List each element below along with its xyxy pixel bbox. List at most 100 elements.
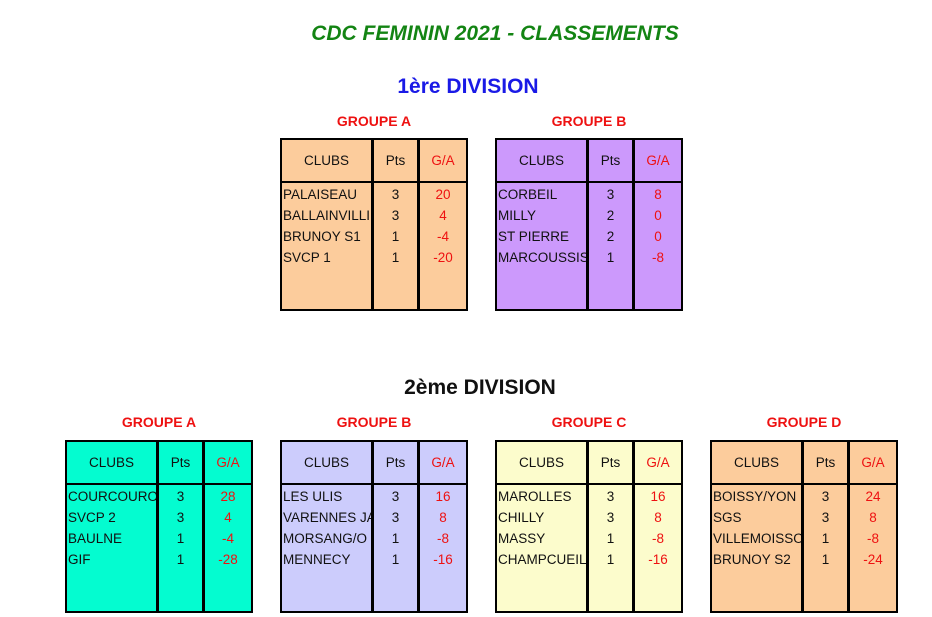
table-row-4-goal-average: -24 (863, 552, 883, 567)
header-pts: Pts (159, 442, 205, 483)
group-label: GROUPE D (766, 414, 842, 430)
table-row-1-goal-average: 28 (220, 489, 236, 504)
table-row-3-goal-average: -4 (221, 531, 234, 546)
table-row-2-club-name: VARENNES JA (283, 510, 371, 525)
header-pts: Pts (374, 442, 420, 483)
column-club-name: MAROLLES CHILLY MASSY CHAMPCUEIL (497, 485, 589, 611)
table-row-2-club-name: SGS (713, 510, 742, 525)
header-ga: G/A (646, 153, 670, 168)
table-row-3-club-name: BRUNOY S1 (283, 229, 361, 244)
table-row-4-goal-average: -8 (651, 250, 664, 265)
table-row-1-points: 3 (606, 489, 615, 504)
table-row-1-points: 3 (821, 489, 830, 504)
table-row-4-club-name: SVCP 1 (283, 250, 331, 265)
table-row-1-goal-average: 16 (650, 489, 666, 504)
header-clubs: CLUBS (282, 442, 374, 483)
column-points: 3 3 1 1 (374, 485, 420, 611)
table-row-2-club-name: SVCP 2 (68, 510, 116, 525)
table-row-3-points: 1 (391, 531, 400, 546)
table-row-2-points: 2 (606, 208, 615, 223)
table-row-2-points: 3 (391, 208, 400, 223)
table-row-2-club-name: MILLY (498, 208, 537, 223)
standings-table: CLUBS Pts G/A PALAISEAU BALLAINVILLIE BRUNOY … (280, 138, 468, 311)
table-row-2-points: 3 (176, 510, 185, 525)
standings-table: CLUBS Pts G/A MAROLLES CHILLY MASSY CHAMPCUEIL… (495, 440, 683, 613)
table-row-4-points: 1 (391, 552, 400, 567)
table-row-1-points: 3 (606, 187, 615, 202)
table-row-3-goal-average: -4 (436, 229, 449, 244)
table-row-1-club-name: MAROLLES (498, 489, 572, 504)
column-club-name: COURCOURONNES SVCP 2 BAULNE GIF (67, 485, 159, 611)
table-row-1-goal-average: 16 (435, 489, 451, 504)
group-label: GROUPE A (121, 414, 197, 430)
column-goal-average: 20 4 -4 -20 (420, 183, 466, 309)
standings-table: CLUBSPts G/A COURCOURONNES SVCP 2 BAULNE GIF 3… (65, 440, 253, 613)
column-points: 3 3 1 1 (804, 485, 850, 611)
column-goal-average: 28 4 -4 -28 (205, 485, 251, 611)
table-header: CLUBS Pts G/A (712, 442, 896, 485)
group-label: GROUPE C (551, 414, 627, 430)
table-row-4-points: 1 (176, 552, 185, 567)
table-row-4-points: 1 (606, 552, 615, 567)
table-row-3-club-name: MORSANG/O (283, 531, 368, 546)
table-row-1-club-name: CORBEIL (498, 187, 558, 202)
table-row-4-club-name: MARCOUSSIS (498, 250, 586, 265)
table-row-3-club-name: ST PIERRE (498, 229, 570, 244)
table-row-2-goal-average: 8 (654, 510, 662, 525)
column-goal-average: 16 8 -8 -16 (420, 485, 466, 611)
column-points: 3 3 1 1 (374, 183, 420, 309)
table-row-1-points: 3 (391, 489, 400, 504)
standings-table: CLUBSPts G/A BOISSY/YON SGS VILLEMOISSON BRUN… (710, 440, 898, 613)
table-row-1-goal-average: 20 (435, 187, 451, 202)
column-points: 3 2 2 1 (589, 183, 635, 309)
header-clubs: CLUBS (712, 442, 804, 483)
header-pts: Pts (374, 140, 420, 181)
table-row-4-points: 1 (821, 552, 830, 567)
table-row-2-club-name: BALLAINVILLIE (283, 208, 371, 223)
column-points: 3 3 1 1 (159, 485, 205, 611)
table-row-4-goal-average: -16 (433, 552, 453, 567)
column-goal-average: 24 8 -8 -24 (850, 485, 896, 611)
table-row-2-club-name: CHILLY (498, 510, 545, 525)
table-row-3-points: 1 (606, 531, 615, 546)
table-row-2-goal-average: 8 (869, 510, 877, 525)
table-row-2-goal-average: 4 (224, 510, 232, 525)
division-2-title: 2ème DIVISION (404, 376, 556, 399)
header-pts: Pts (589, 442, 635, 483)
table-header: CLUBS Pts G/A (67, 442, 251, 485)
table-row-1-goal-average: 8 (654, 187, 662, 202)
header-ga: G/A (216, 455, 240, 470)
table-row-3-goal-average: 0 (654, 229, 662, 244)
standings-table: CLUBS Pts G/A LES ULIS VARENNES JA MORSANG/O M… (280, 440, 468, 613)
table-row-4-club-name: CHAMPCUEIL (498, 552, 586, 567)
table-row-1-goal-average: 24 (865, 489, 881, 504)
table-row-2-points: 3 (606, 510, 615, 525)
table-header: CLUBS Pts G/A (497, 140, 681, 183)
column-club-name: BOISSY/YON SGS VILLEMOISSON BRUNOY S2 (712, 485, 804, 611)
header-ga: G/A (431, 153, 455, 168)
group-label: GROUPE B (551, 113, 627, 129)
table-row-3-goal-average: -8 (866, 531, 879, 546)
table-row-2-goal-average: 4 (439, 208, 447, 223)
table-row-3-club-name: MASSY (498, 531, 546, 546)
header-ga: G/A (861, 455, 885, 470)
table-row-1-points: 3 (391, 187, 400, 202)
table-row-3-points: 1 (176, 531, 185, 546)
table-row-4-points: 1 (606, 250, 615, 265)
table-row-1-club-name: LES ULIS (283, 489, 343, 504)
table-row-1-club-name: BOISSY/YON (713, 489, 797, 504)
column-goal-average: 16 8 -8 -16 (635, 485, 681, 611)
header-pts: Pts (589, 140, 635, 181)
table-row-2-goal-average: 0 (654, 208, 662, 223)
table-row-2-points: 3 (821, 510, 830, 525)
table-row-3-goal-average: -8 (651, 531, 664, 546)
table-row-3-goal-average: -8 (436, 531, 449, 546)
group-label: GROUPE A (336, 113, 412, 129)
standings-table: CLUBS Pts G/A CORBEIL MILLY ST PIERRE MARCOUSS… (495, 138, 683, 311)
table-row-4-goal-average: -16 (648, 552, 668, 567)
table-row-4-club-name: GIF (68, 552, 91, 567)
column-points: 3 3 1 1 (589, 485, 635, 611)
table-row-4-goal-average: -20 (433, 250, 453, 265)
column-goal-average: 8 0 0 -8 (635, 183, 681, 309)
table-row-4-goal-average: -28 (218, 552, 238, 567)
